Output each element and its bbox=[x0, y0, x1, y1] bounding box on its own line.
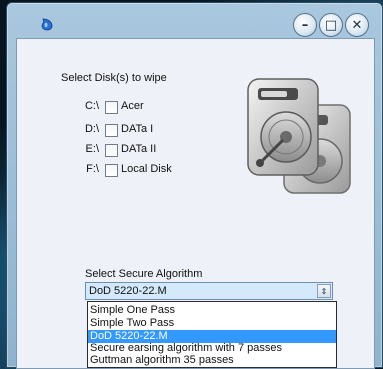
maximize-button[interactable]: □ bbox=[319, 13, 343, 37]
title-bar[interactable]: – □ ✕ bbox=[7, 3, 382, 39]
algorithm-selected-value: DoD 5220-22.M bbox=[89, 285, 167, 297]
drive-letter: C:\ bbox=[84, 100, 99, 112]
dropdown-arrow-icon[interactable]: ⇕ bbox=[317, 284, 331, 298]
hard-drive-icon bbox=[247, 78, 351, 194]
disk-checkbox-data-ii[interactable] bbox=[105, 144, 118, 157]
drive-letter: D:\ bbox=[84, 123, 99, 135]
select-disks-heading: Select Disk(s) to wipe bbox=[61, 72, 167, 84]
algorithm-label: Select Secure Algorithm bbox=[85, 268, 203, 280]
drive-letter: E:\ bbox=[85, 143, 99, 155]
close-button[interactable]: ✕ bbox=[345, 13, 369, 37]
close-icon: ✕ bbox=[351, 17, 363, 33]
drive-letter: F:\ bbox=[86, 163, 99, 175]
disk-name[interactable]: DATa II bbox=[121, 143, 156, 155]
maximize-icon: □ bbox=[324, 17, 338, 33]
disk-name[interactable]: DATa I bbox=[121, 123, 153, 135]
client-area: Select Disk(s) to wipe C:\ Acer D:\ DATa… bbox=[16, 38, 375, 369]
minimize-icon: – bbox=[301, 17, 309, 33]
minimize-button[interactable]: – bbox=[293, 13, 317, 37]
disk-checkbox-acer[interactable] bbox=[105, 101, 118, 114]
disk-name[interactable]: Local Disk bbox=[121, 163, 172, 175]
disk-name[interactable]: Acer bbox=[121, 100, 144, 112]
algorithm-option[interactable]: Simple One Pass bbox=[88, 304, 336, 317]
algorithm-dropdown-list: Simple One Pass Simple Two Pass DoD 5220… bbox=[87, 301, 337, 368]
disk-checkbox-local-disk[interactable] bbox=[105, 164, 118, 177]
drop-icon bbox=[41, 18, 53, 31]
algorithm-select[interactable]: DoD 5220-22.M ⇕ bbox=[85, 282, 333, 300]
algorithm-option[interactable]: Guttman algorithm 35 passes bbox=[88, 354, 336, 367]
disk-checkbox-data-i[interactable] bbox=[105, 124, 118, 137]
algorithm-option[interactable]: Simple Two Pass bbox=[88, 317, 336, 330]
wipe-window: – □ ✕ Select Disk(s) to wipe C:\ Acer D:… bbox=[6, 2, 383, 369]
